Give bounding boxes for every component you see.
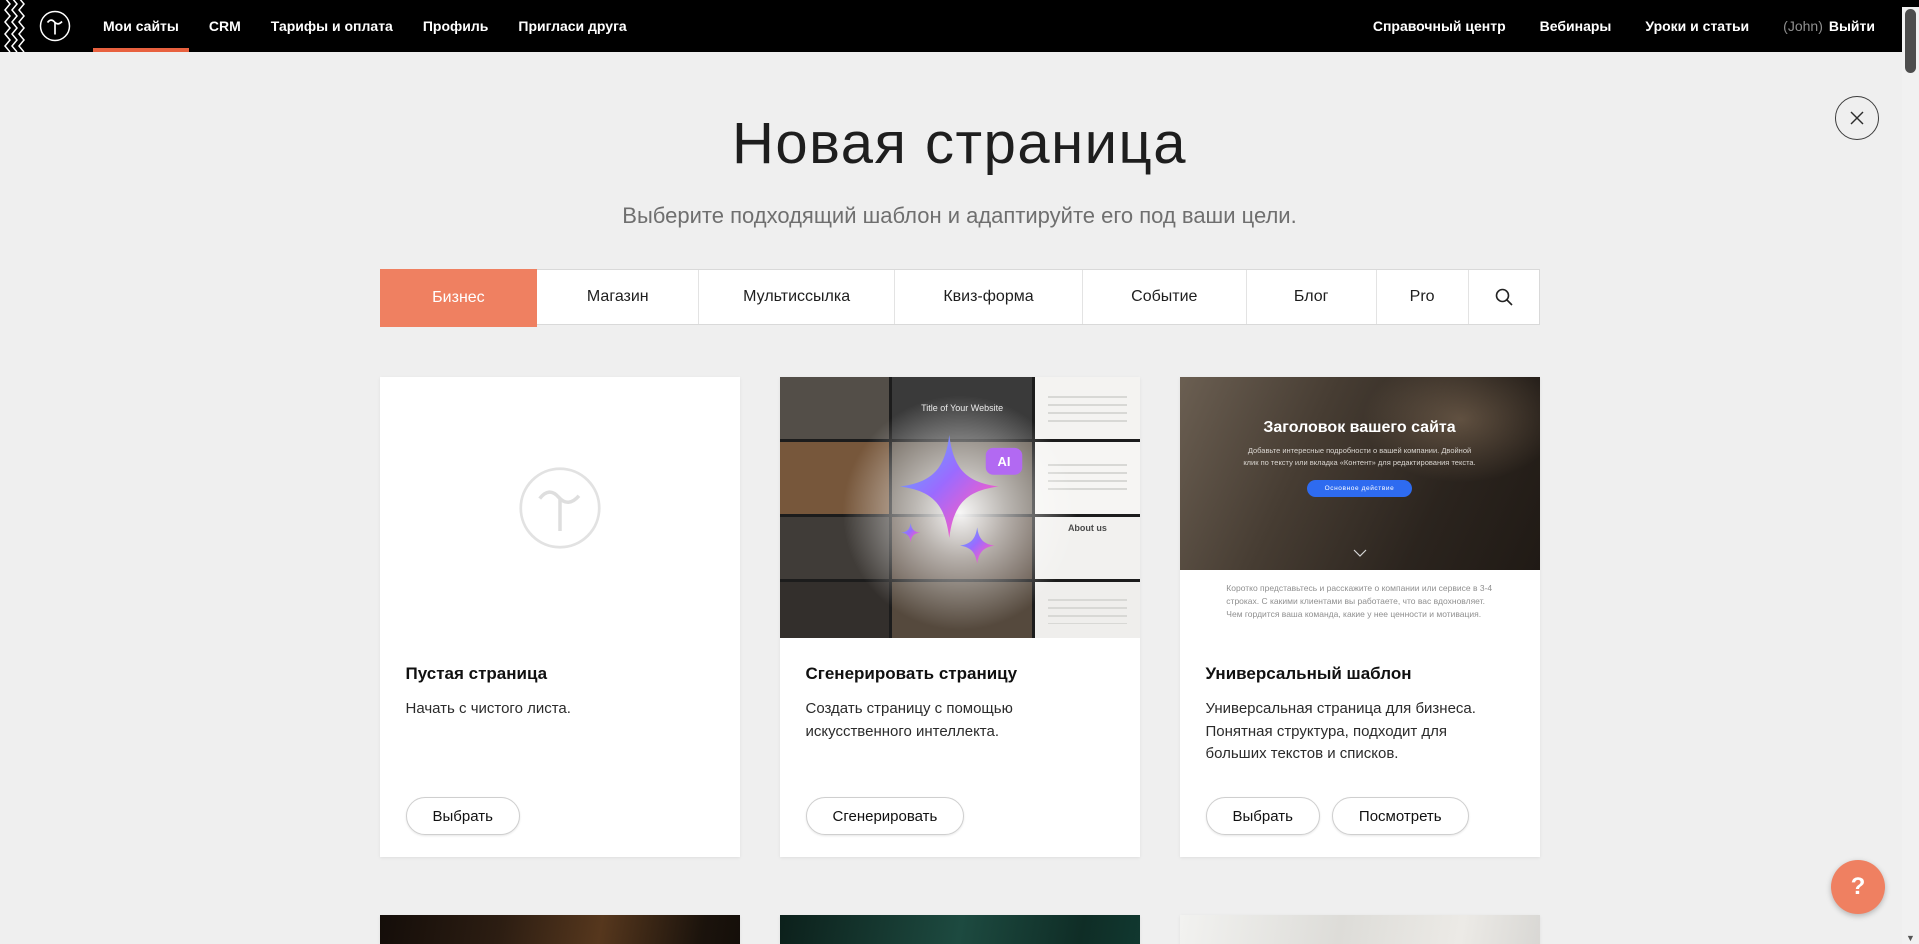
tab-search[interactable] (1469, 270, 1539, 324)
ai-sparkle-icon: AI (874, 424, 1046, 585)
help-button[interactable]: ? (1831, 860, 1885, 914)
card-partial-3[interactable] (1180, 915, 1540, 944)
card-blank-page[interactable]: Пустая страница Начать с чистого листа. … (380, 377, 740, 857)
tab-multilink[interactable]: Мультиссылка (699, 270, 895, 324)
preview-hero-title: Заголовок вашего сайта (1263, 419, 1455, 437)
svg-text:AI: AI (997, 454, 1010, 469)
card-partial-1[interactable] (380, 915, 740, 944)
card-title: Пустая страница (406, 664, 714, 684)
zigzag-pattern-icon (0, 0, 26, 52)
nav-item-tariffs[interactable]: Тарифы и оплата (256, 0, 408, 52)
tab-quiz-form[interactable]: Квиз-форма (895, 270, 1083, 324)
close-button[interactable] (1835, 96, 1879, 140)
close-icon (1849, 110, 1865, 126)
template-preview: Заголовок вашего сайта Добавьте интересн… (1180, 377, 1540, 638)
page-head: Новая страница Выберите подходящий шабло… (0, 110, 1919, 229)
card-partial-2[interactable] (780, 915, 1140, 944)
tab-pro[interactable]: Pro (1377, 270, 1469, 324)
template-preview-hero: Заголовок вашего сайта Добавьте интересн… (1180, 377, 1540, 570)
search-icon (1494, 287, 1514, 307)
template-category-tabs: Бизнес Магазин Мультиссылка Квиз-форма С… (380, 269, 1540, 325)
tab-business[interactable]: Бизнес (380, 269, 538, 327)
topbar: Мои сайты CRM Тарифы и оплата Профиль Пр… (0, 0, 1919, 52)
view-template-button[interactable]: Посмотреть (1332, 797, 1469, 835)
ai-generate-preview: Title of Your Website About us (780, 377, 1140, 638)
ai-badge: AI (985, 447, 1021, 474)
card-title: Универсальный шаблон (1206, 664, 1514, 684)
page-subtitle: Выберите подходящий шаблон и адаптируйте… (0, 203, 1919, 229)
scrollbar-corner (1902, 0, 1919, 7)
card-universal-template[interactable]: Заголовок вашего сайта Добавьте интересн… (1180, 377, 1540, 857)
preview-body-text: Коротко представьтесь и расскажите о ком… (1226, 582, 1492, 638)
nav-item-crm[interactable]: CRM (194, 0, 256, 52)
preview-hero-subtitle: Добавьте интересные подробности о вашей … (1241, 445, 1479, 468)
template-preview (780, 915, 1140, 944)
card-description: Начать с чистого листа. (406, 698, 706, 721)
logout-link[interactable]: Выйти (1829, 18, 1875, 34)
tilda-logo-watermark-icon (514, 462, 606, 554)
preview-hero-cta-button: Основное действие (1307, 480, 1413, 497)
choose-blank-button[interactable]: Выбрать (406, 797, 520, 835)
nav-item-profile[interactable]: Профиль (408, 0, 504, 52)
template-preview (1180, 915, 1540, 944)
tilda-logo-icon[interactable] (38, 9, 72, 43)
tab-blog[interactable]: Блог (1247, 270, 1377, 324)
secondary-nav: Справочный центр Вебинары Уроки и статьи… (1373, 18, 1875, 34)
scrollbar-thumb[interactable] (1905, 9, 1916, 73)
tab-event[interactable]: Событие (1083, 270, 1247, 324)
page-title: Новая страница (0, 110, 1919, 177)
nav-item-invite-friend[interactable]: Пригласи друга (503, 0, 641, 52)
card-description: Создать страницу с помощью искусственног… (806, 698, 1106, 743)
scroll-down-arrow[interactable]: ▼ (1902, 933, 1919, 943)
preview-body-section: Коротко представьтесь и расскажите о ком… (1180, 570, 1540, 638)
choose-template-button[interactable]: Выбрать (1206, 797, 1320, 835)
template-preview (380, 915, 740, 944)
scrollbar[interactable]: ▼ (1902, 0, 1919, 944)
nav-item-help-center[interactable]: Справочный центр (1373, 18, 1506, 34)
template-cards-grid: Пустая страница Начать с чистого листа. … (380, 377, 1540, 944)
nav-item-webinars[interactable]: Вебинары (1540, 18, 1612, 34)
card-description: Универсальная страница для бизнеса. Поня… (1206, 698, 1506, 766)
primary-nav: Мои сайты CRM Тарифы и оплата Профиль Пр… (88, 0, 642, 52)
tab-shop[interactable]: Магазин (537, 270, 699, 324)
user-name-label: (John) (1783, 18, 1823, 34)
card-title: Сгенерировать страницу (806, 664, 1114, 684)
blank-page-preview (380, 377, 740, 638)
nav-item-lessons[interactable]: Уроки и статьи (1645, 18, 1749, 34)
generate-button[interactable]: Сгенерировать (806, 797, 965, 835)
nav-item-my-sites[interactable]: Мои сайты (88, 0, 194, 52)
card-generate-page[interactable]: Title of Your Website About us (780, 377, 1140, 857)
user-session: (John) Выйти (1783, 18, 1875, 34)
chevron-down-icon (1353, 544, 1367, 562)
